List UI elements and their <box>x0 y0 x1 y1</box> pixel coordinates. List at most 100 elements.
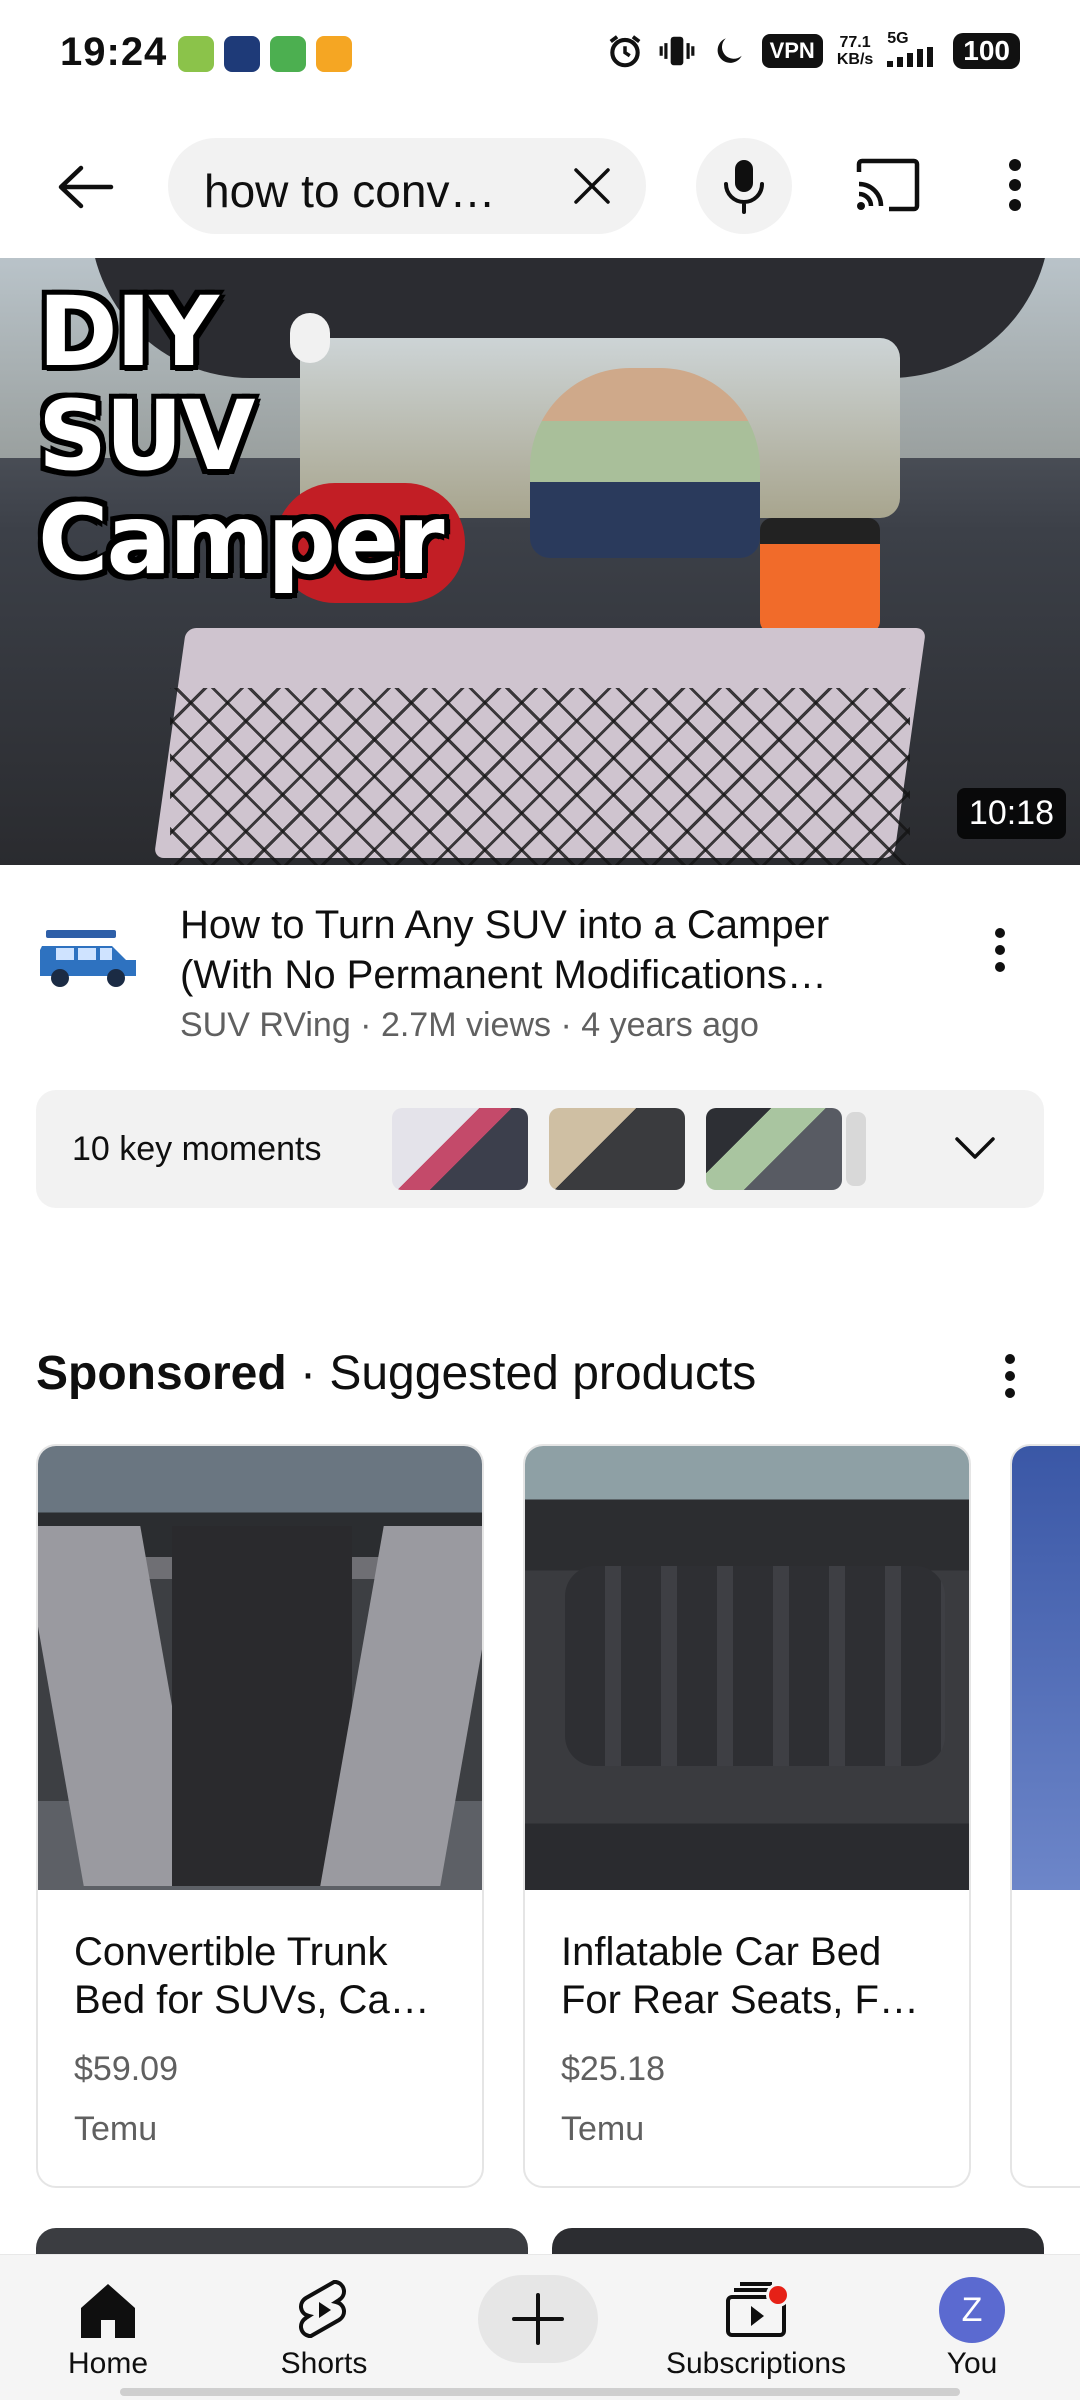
app-notification-icon <box>316 36 352 72</box>
product-image[interactable] <box>38 1446 482 1890</box>
sponsored-products-header: Sponsored · Suggested products <box>36 1346 756 1401</box>
video-more-options-button[interactable] <box>980 910 1020 990</box>
nav-home-label: Home <box>67 2347 149 2380</box>
nav-you-label: You <box>946 2347 998 2380</box>
vpn-badge: VPN <box>761 33 823 68</box>
clear-search-button[interactable] <box>564 158 620 214</box>
product-name-line: For Rear Seats, F… <box>561 1978 919 2022</box>
expand-key-moments-button[interactable] <box>952 1126 998 1172</box>
bottom-navigation: Home Shorts Subscriptions Z You <box>0 2254 1080 2400</box>
key-moment-thumbnail[interactable] <box>392 1108 528 1190</box>
product-card[interactable]: Inflatable Car Bed For Rear Seats, F… $2… <box>523 1444 971 2188</box>
video-channel-views-age: SUV RVing · 2.7M views · 4 years ago <box>180 1006 759 1044</box>
search-top-bar: how to conv… <box>0 130 1080 240</box>
product-name: Inflatable Car Bed For Rear Seats, F… <box>561 1928 941 2024</box>
thumbnail-title-text: DIY SUV Camper <box>38 276 444 596</box>
video-metadata: How to Turn Any SUV into a Camper (With … <box>0 890 1080 1070</box>
alarm-icon <box>609 34 640 67</box>
nav-shorts-icon-wrap <box>296 2275 352 2345</box>
thumbnail-cargo-net <box>170 688 910 865</box>
network-speed: 77.1 KB/s <box>837 34 873 68</box>
voice-search-button[interactable] <box>696 138 792 234</box>
more-vertical-icon <box>1009 159 1021 211</box>
network-speed-unit: KB/s <box>836 50 874 68</box>
network-speed-value: 77.1 <box>839 33 871 51</box>
shorts-icon <box>299 2280 346 2338</box>
video-title-line: How to Turn Any SUV into a Camper <box>180 903 830 947</box>
thumbnail-title-line: Camper <box>38 484 444 596</box>
product-name: Convertible Trunk Bed for SUVs, Ca… <box>74 1928 454 2024</box>
nav-shorts[interactable]: Shorts <box>224 2255 424 2400</box>
plus-icon <box>512 2293 564 2345</box>
product-image[interactable] <box>525 1446 969 1890</box>
close-icon <box>574 168 610 204</box>
thumbnail-title-line: SUV <box>38 380 255 492</box>
video-title[interactable]: How to Turn Any SUV into a Camper (With … <box>180 900 920 1000</box>
thumbnail-person <box>530 368 760 558</box>
app-notification-icon <box>224 36 260 72</box>
home-indicator[interactable] <box>120 2388 960 2396</box>
video-title-line: (With No Permanent Modifications… <box>180 953 827 997</box>
arrow-left-icon <box>58 165 114 209</box>
avatar: Z <box>939 2277 1005 2343</box>
status-time: 19:24 <box>60 30 168 74</box>
product-image-detail <box>172 1526 352 1886</box>
more-vertical-icon <box>995 928 1005 972</box>
key-moments-bar[interactable]: 10 key moments <box>36 1090 1044 1208</box>
battery-indicator: 100 <box>953 32 1020 69</box>
key-moment-more-stack <box>846 1112 866 1186</box>
key-moment-thumbnail[interactable] <box>706 1108 842 1190</box>
product-store: Temu <box>74 2110 158 2148</box>
app-notification-icon <box>270 36 306 72</box>
search-query-text: how to conv… <box>204 165 496 217</box>
suggested-products-label: · Suggested products <box>286 1347 757 1400</box>
cast-icon <box>856 158 920 212</box>
channel-avatar[interactable] <box>36 920 142 990</box>
video-duration-badge: 10:18 <box>956 788 1066 839</box>
nav-subscriptions-label: Subscriptions <box>665 2347 847 2380</box>
thumbnail-power-station <box>760 518 880 633</box>
signal-bars-icon <box>887 47 934 67</box>
create-button[interactable] <box>478 2275 598 2363</box>
search-input[interactable]: how to conv… <box>168 138 646 234</box>
home-icon <box>81 2284 135 2338</box>
cast-button[interactable] <box>848 150 928 220</box>
more-options-button[interactable] <box>990 150 1040 220</box>
product-image-detail <box>565 1566 945 1766</box>
nav-home[interactable]: Home <box>8 2255 208 2400</box>
moon-icon <box>717 37 742 63</box>
key-moment-thumbnail[interactable] <box>549 1108 685 1190</box>
product-price: $25.18 <box>561 2050 665 2088</box>
nav-you[interactable]: Z You <box>872 2255 1072 2400</box>
nav-shorts-label: Shorts <box>280 2347 368 2380</box>
product-image[interactable] <box>1012 1446 1080 1890</box>
suv-logo-icon <box>40 930 136 987</box>
nav-you-icon-wrap: Z <box>939 2275 1005 2345</box>
nav-home-icon-wrap <box>77 2275 139 2345</box>
product-price: $59.09 <box>74 2050 178 2088</box>
key-moments-label: 10 key moments <box>72 1130 322 1168</box>
back-button[interactable] <box>40 152 130 222</box>
product-name-line: Convertible Trunk <box>74 1930 388 1974</box>
product-name-line: Bed for SUVs, Ca… <box>74 1978 430 2022</box>
thumbnail-title-line: DIY <box>38 276 219 388</box>
vibrate-icon <box>659 36 694 65</box>
status-indicators: VPN 77.1 KB/s 5G 100 <box>606 30 1020 71</box>
product-name-line: Inflatable Car Bed <box>561 1930 882 1974</box>
product-card-partial[interactable] <box>1010 1444 1080 2188</box>
more-vertical-icon <box>1005 1354 1015 1398</box>
app-notification-icon <box>178 36 214 72</box>
product-store: Temu <box>561 2110 645 2148</box>
signal-indicator: 5G <box>887 30 939 71</box>
nav-subscriptions[interactable]: Subscriptions <box>656 2255 856 2400</box>
sponsored-label: Sponsored <box>36 1347 287 1400</box>
chevron-down-icon <box>955 1137 995 1159</box>
video-thumbnail[interactable]: DIY SUV Camper 10:18 <box>0 258 1080 865</box>
microphone-icon <box>724 160 764 214</box>
sponsored-more-options-button[interactable] <box>990 1346 1030 1406</box>
status-bar: 19:24 VPN 77.1 KB/s 5G 100 <box>0 0 1080 110</box>
status-app-icons <box>178 36 352 72</box>
notification-dot <box>766 2283 790 2307</box>
product-card[interactable]: Convertible Trunk Bed for SUVs, Ca… $59.… <box>36 1444 484 2188</box>
network-type: 5G <box>887 30 909 47</box>
